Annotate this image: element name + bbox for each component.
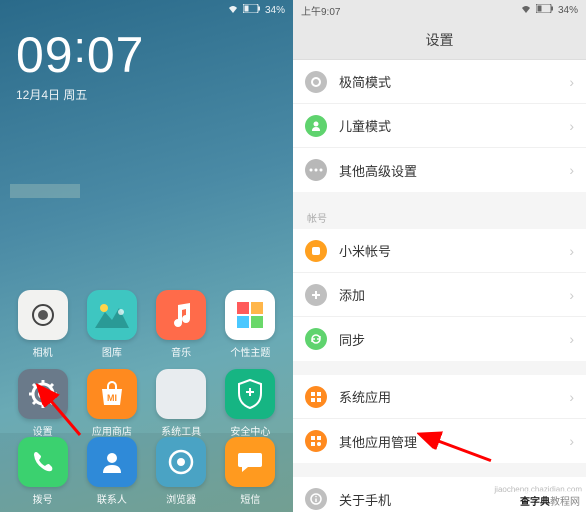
- app-label: 相机: [33, 344, 53, 359]
- battery-icon: [536, 4, 554, 16]
- item-label: 儿童模式: [339, 116, 569, 135]
- app-systools[interactable]: 系统工具: [147, 369, 216, 438]
- phone-icon: [18, 437, 68, 487]
- settings-group-account: 小米帐号 › 添加 › 同步 ›: [293, 229, 586, 361]
- decorative-strip: [10, 184, 80, 198]
- watermark-brand: 查字典: [520, 497, 550, 508]
- settings-group-modes: 极简模式 › 儿童模式 › 其他高级设置 ›: [293, 60, 586, 192]
- clock-colon: :: [74, 26, 87, 76]
- item-label: 系统应用: [339, 387, 569, 406]
- annotation-arrow-icon: [30, 380, 90, 440]
- status-bar: 34%: [0, 0, 293, 20]
- item-label: 其他高级设置: [339, 161, 569, 180]
- gallery-icon: [87, 290, 137, 340]
- status-bar: 上午9:07 34%: [293, 0, 586, 20]
- music-icon: [156, 290, 206, 340]
- dock-contacts[interactable]: 联系人: [77, 437, 146, 506]
- settings-item-other-advanced[interactable]: 其他高级设置 ›: [293, 148, 586, 192]
- sync-icon: [305, 328, 327, 350]
- home-screen: 34% 09 : 07 12月4日 周五 相机 图库 音乐: [0, 0, 293, 512]
- grid-icon: [305, 386, 327, 408]
- settings-title-label: 设置: [426, 30, 454, 50]
- app-label: 个性主题: [230, 344, 270, 359]
- clock-time: 09 : 07: [16, 30, 277, 80]
- messages-icon: [225, 437, 275, 487]
- battery-icon: [243, 4, 261, 16]
- info-icon: [305, 488, 327, 510]
- settings-item-sync[interactable]: 同步 ›: [293, 317, 586, 361]
- appstore-icon: MI: [87, 369, 137, 419]
- watermark: 查字典教程网: [516, 491, 584, 510]
- chevron-right-icon: ›: [569, 331, 574, 347]
- camera-icon: [18, 290, 68, 340]
- settings-item-child-mode[interactable]: 儿童模式 ›: [293, 104, 586, 148]
- clock-date: 12月4日 周五: [16, 86, 277, 103]
- watermark-text: 教程网: [550, 497, 580, 508]
- settings-item-simple-mode[interactable]: 极简模式 ›: [293, 60, 586, 104]
- app-security[interactable]: 安全中心: [216, 369, 285, 438]
- dock-messages[interactable]: 短信: [216, 437, 285, 506]
- chevron-right-icon: ›: [569, 118, 574, 134]
- chevron-right-icon: ›: [569, 433, 574, 449]
- wifi-icon: [227, 4, 239, 17]
- chevron-right-icon: ›: [569, 74, 574, 90]
- status-time: 上午9:07: [301, 3, 340, 18]
- settings-screen: 上午9:07 34% 设置 极简模式 ›: [293, 0, 586, 512]
- settings-item-mi-account[interactable]: 小米帐号 ›: [293, 229, 586, 273]
- settings-item-add[interactable]: 添加 ›: [293, 273, 586, 317]
- clock-widget[interactable]: 09 : 07 12月4日 周五: [0, 20, 293, 103]
- item-label: 极简模式: [339, 72, 569, 91]
- app-music[interactable]: 音乐: [147, 290, 216, 359]
- clock-hours: 09: [16, 30, 74, 80]
- section-header-account: 帐号: [293, 206, 586, 229]
- dock-label: 拨号: [33, 491, 53, 506]
- page-title: 设置: [293, 20, 586, 60]
- grid-alt-icon: [305, 430, 327, 452]
- dots-icon: [305, 159, 327, 181]
- wifi-icon: [520, 4, 532, 17]
- item-label: 添加: [339, 285, 569, 304]
- item-label: 小米帐号: [339, 241, 569, 260]
- chevron-right-icon: ›: [569, 287, 574, 303]
- themes-icon: [225, 290, 275, 340]
- dock-phone[interactable]: 拨号: [8, 437, 77, 506]
- dock-label: 短信: [240, 491, 260, 506]
- app-themes[interactable]: 个性主题: [216, 290, 285, 359]
- child-icon: [305, 115, 327, 137]
- folder-icon: [156, 369, 206, 419]
- plus-icon: [305, 284, 327, 306]
- mi-icon: [305, 240, 327, 262]
- clock-minutes: 07: [87, 30, 145, 80]
- dock-label: 联系人: [97, 491, 127, 506]
- dock-browser[interactable]: 浏览器: [147, 437, 216, 506]
- dock-label: 浏览器: [166, 491, 196, 506]
- app-label: 图库: [102, 344, 122, 359]
- app-label: 音乐: [171, 344, 191, 359]
- battery-percent: 34%: [265, 5, 285, 16]
- item-label: 同步: [339, 330, 569, 349]
- chevron-right-icon: ›: [569, 162, 574, 178]
- dock: 拨号 联系人 浏览器 短信: [0, 433, 293, 512]
- app-camera[interactable]: 相机: [8, 290, 77, 359]
- battery-percent: 34%: [558, 5, 578, 16]
- svg-text:MI: MI: [107, 393, 117, 403]
- circle-icon: [305, 71, 327, 93]
- chevron-right-icon: ›: [569, 389, 574, 405]
- settings-item-system-apps[interactable]: 系统应用 ›: [293, 375, 586, 419]
- contacts-icon: [87, 437, 137, 487]
- app-gallery[interactable]: 图库: [77, 290, 146, 359]
- browser-icon: [156, 437, 206, 487]
- security-icon: [225, 369, 275, 419]
- chevron-right-icon: ›: [569, 243, 574, 259]
